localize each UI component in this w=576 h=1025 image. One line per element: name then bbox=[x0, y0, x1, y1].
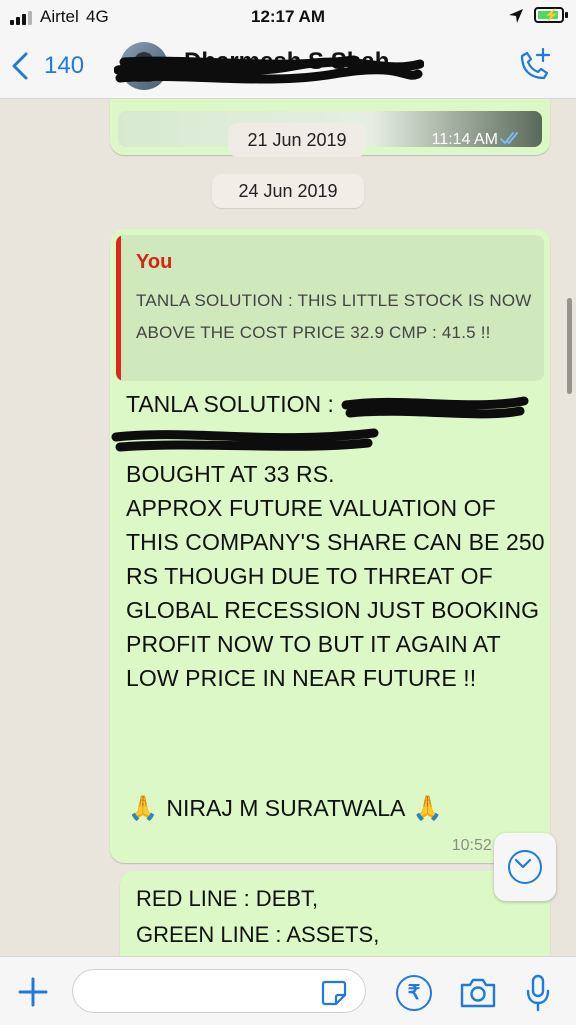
quote-bar bbox=[116, 235, 121, 381]
next-message-text: RED LINE : DEBT, GREEN LINE : ASSETS, BL… bbox=[136, 886, 380, 947]
chat-area[interactable]: 21 Jun 2019 11:14 AM 24 Jun 2019 You TAN… bbox=[0, 99, 576, 956]
unread-count: 140 bbox=[44, 52, 85, 79]
scroll-to-bottom-button[interactable] bbox=[494, 833, 556, 901]
folded-hands-icon: 🙏 bbox=[128, 795, 158, 822]
microphone-icon[interactable] bbox=[524, 973, 552, 1013]
chevron-left-icon bbox=[12, 52, 28, 80]
folded-hands-icon: 🙏 bbox=[412, 795, 443, 822]
message-bubble[interactable]: You TANLA SOLUTION : THIS LITTLE STOCK I… bbox=[110, 229, 550, 863]
rupee-icon[interactable]: ₹ bbox=[396, 975, 432, 1011]
location-icon bbox=[509, 9, 523, 23]
message-body: BOUGHT AT 33 RS. APPROX FUTURE VALUATION… bbox=[126, 461, 545, 691]
date-separator: 24 Jun 2019 bbox=[212, 174, 364, 208]
read-ticks-icon bbox=[500, 132, 518, 145]
battery-cap bbox=[565, 12, 568, 18]
contact-name[interactable]: Dharmesh S Shah bbox=[184, 48, 389, 76]
signature-text: NIRAJ M SURATWALA bbox=[166, 795, 405, 821]
input-bar: ₹ bbox=[0, 956, 576, 1025]
scrollbar[interactable] bbox=[567, 298, 572, 394]
quote-author: You bbox=[136, 251, 173, 273]
plus-icon[interactable] bbox=[16, 975, 50, 1009]
sticker-icon[interactable] bbox=[320, 979, 348, 1007]
camera-icon[interactable] bbox=[458, 975, 498, 1011]
message-heading: TANLA SOLUTION : bbox=[126, 391, 334, 417]
status-bar: Airtel 4G 12:17 AM ⚡ bbox=[0, 0, 576, 34]
chat-header: 140 Dharmesh S Shah bbox=[0, 34, 576, 99]
image-preview[interactable]: 21 Jun 2019 11:14 AM bbox=[118, 111, 542, 157]
add-call-icon[interactable] bbox=[514, 46, 554, 86]
battery-charging-icon: ⚡ bbox=[534, 7, 564, 23]
message-signature: 🙏 NIRAJ M SURATWALA 🙏 bbox=[126, 794, 444, 823]
chevron-down-icon bbox=[514, 858, 532, 869]
quoted-message[interactable]: You TANLA SOLUTION : THIS LITTLE STOCK I… bbox=[116, 235, 544, 381]
status-time: 12:17 AM bbox=[250, 7, 325, 26]
image-date-text: 21 Jun 2019 bbox=[228, 123, 366, 157]
avatar[interactable] bbox=[120, 42, 168, 90]
next-message-bubble[interactable]: RED LINE : DEBT, GREEN LINE : ASSETS, BL… bbox=[120, 871, 550, 956]
message-time: 11:14 AM bbox=[431, 131, 498, 148]
quote-text: TANLA SOLUTION : THIS LITTLE STOCK IS NO… bbox=[136, 291, 532, 342]
previous-image-message[interactable]: 21 Jun 2019 11:14 AM bbox=[110, 99, 550, 157]
